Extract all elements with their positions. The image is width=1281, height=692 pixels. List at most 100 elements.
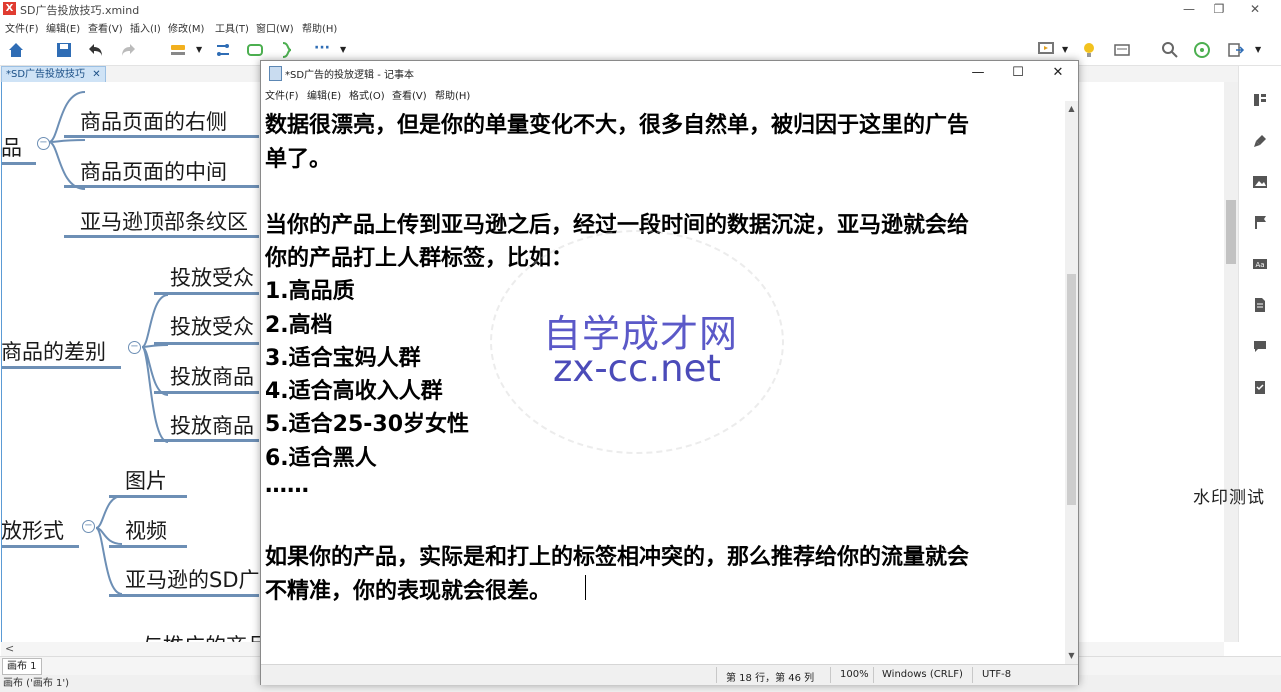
text-line: 如果你的产品，实际是和打上的标签相冲突的，那么推荐给你的流量就会 <box>265 545 970 570</box>
menu-format[interactable]: 格式(O) <box>349 87 385 102</box>
notepad-title-bar[interactable]: *SD广告的投放逻辑 - 记事本 — ☐ ✕ <box>261 61 1078 85</box>
topic-node[interactable]: 亚马逊的SD广 <box>125 564 260 594</box>
topic-node[interactable]: 投放商品 <box>170 361 254 391</box>
text-line: 4.适合高收入人群 <box>265 379 443 404</box>
menu-file[interactable]: 文件(F) <box>265 87 299 102</box>
cursor-position: 第 18 行，第 46 列 <box>726 673 815 684</box>
xmind-menu-bar: 文件(F) 编辑(E) 查看(V) 插入(I) 修改(M) 工具(T) 窗口(W… <box>0 18 1281 35</box>
restore-icon[interactable]: ❐ <box>1204 1 1234 17</box>
image-icon[interactable] <box>1252 174 1268 190</box>
scroll-down-icon[interactable]: ▼ <box>1067 651 1076 660</box>
summary-icon[interactable] <box>277 40 297 60</box>
topic-underline <box>2 366 121 369</box>
topic-underline <box>109 594 259 597</box>
topic-node[interactable]: 品 <box>2 132 22 162</box>
topic-underline <box>109 495 187 498</box>
notepad-app-icon <box>269 66 282 81</box>
sheet-tab-canvas-1[interactable]: 画布 1 <box>2 658 42 675</box>
comment-icon[interactable] <box>1252 338 1268 354</box>
topic-underline <box>64 135 259 138</box>
tab-label: *SD广告投放技巧 <box>6 69 86 80</box>
menu-help[interactable]: 帮助(H) <box>435 87 470 102</box>
share-icon[interactable] <box>1192 40 1212 60</box>
topic-node[interactable]: 与推广的商品 <box>142 630 268 642</box>
task-icon[interactable] <box>1252 379 1268 395</box>
tab-close-icon[interactable]: ✕ <box>92 69 100 80</box>
dropdown-arrow-icon[interactable]: ▼ <box>1062 45 1068 54</box>
right-side-panel: Aa <box>1238 66 1281 642</box>
topic-node[interactable]: 投放商品 <box>170 410 254 440</box>
dropdown-arrow-icon[interactable]: ▼ <box>196 45 202 54</box>
topic-node[interactable]: 图片 <box>125 465 167 495</box>
boundary-icon[interactable] <box>245 40 265 60</box>
watermark-ring <box>490 230 784 454</box>
canvas-vertical-scrollbar[interactable] <box>1224 82 1238 642</box>
more-icon[interactable]: ··· <box>314 40 330 56</box>
home-icon[interactable] <box>6 40 26 60</box>
paint-brush-icon[interactable] <box>1252 133 1268 149</box>
format-panel-icon[interactable] <box>1252 92 1268 108</box>
topic-node[interactable]: 商品的差别 <box>2 336 106 366</box>
menu-view[interactable]: 查看(V) <box>392 87 427 102</box>
text-style-icon[interactable]: Aa <box>1252 256 1268 272</box>
menu-file[interactable]: 文件(F) <box>5 20 39 35</box>
text-caret <box>585 575 586 600</box>
undo-icon[interactable] <box>86 40 106 60</box>
text-line: 3.适合宝妈人群 <box>265 346 421 371</box>
save-icon[interactable] <box>54 40 74 60</box>
topic-underline <box>154 342 259 345</box>
export-icon[interactable] <box>1226 40 1246 60</box>
scroll-up-icon[interactable]: ▲ <box>1067 104 1076 113</box>
close-icon[interactable]: ✕ <box>1038 61 1078 85</box>
relationship-icon[interactable] <box>213 40 233 60</box>
topic-underline <box>2 162 36 165</box>
menu-edit[interactable]: 编辑(E) <box>307 87 341 102</box>
text-line: 单了。 <box>265 147 332 172</box>
notepad-vertical-scrollbar[interactable]: ▲ ▼ <box>1065 101 1078 664</box>
menu-window[interactable]: 窗口(W) <box>256 20 294 35</box>
text-line: 数据很漂亮，但是你的单量变化不大，很多自然单，被归因于这里的广告 <box>265 113 970 138</box>
search-icon[interactable] <box>1160 40 1180 60</box>
line-ending: Windows (CRLF) <box>882 669 963 680</box>
encoding: UTF-8 <box>982 669 1012 680</box>
menu-tools[interactable]: 工具(T) <box>215 20 249 35</box>
topic-node[interactable]: 投放受众 <box>170 262 254 292</box>
zoom-level: 100% <box>840 669 869 680</box>
topic-underline <box>154 391 259 394</box>
menu-edit[interactable]: 编辑(E) <box>46 20 80 35</box>
redo-icon[interactable] <box>118 40 138 60</box>
scroll-left-icon[interactable]: < <box>5 642 14 655</box>
dropdown-arrow-icon[interactable]: ▼ <box>340 45 346 54</box>
topic-node[interactable]: 亚马逊顶部条纹区 <box>80 206 248 236</box>
menu-view[interactable]: 查看(V) <box>88 20 123 35</box>
close-icon[interactable]: ✕ <box>1240 1 1270 17</box>
flag-icon[interactable] <box>1252 214 1268 230</box>
scrollbar-thumb[interactable] <box>1226 200 1236 264</box>
topic-underline <box>154 292 259 295</box>
menu-insert[interactable]: 插入(I) <box>130 20 161 35</box>
topic-node[interactable]: 视频 <box>125 515 167 545</box>
minimize-icon[interactable]: — <box>1174 1 1204 17</box>
lightbulb-icon[interactable] <box>1079 40 1099 60</box>
notes-icon[interactable] <box>1252 297 1268 313</box>
topic-node[interactable]: 商品页面的中间 <box>80 156 227 186</box>
dropdown-arrow-icon[interactable]: ▼ <box>1255 45 1261 54</box>
text-line: 不精准，你的表现就会很差。 <box>265 579 552 604</box>
scrollbar-thumb[interactable] <box>1067 274 1076 505</box>
outline-icon[interactable] <box>1112 40 1132 60</box>
svg-text:Aa: Aa <box>1255 261 1264 269</box>
status-divider <box>972 667 973 683</box>
text-line: 6.适合黑人 <box>265 446 377 471</box>
minimize-icon[interactable]: — <box>958 61 998 85</box>
notepad-status-bar: 第 18 行，第 46 列 100% Windows (CRLF) UTF-8 <box>261 664 1078 685</box>
menu-help[interactable]: 帮助(H) <box>302 20 337 35</box>
maximize-icon[interactable]: ☐ <box>998 61 1038 85</box>
topic-node[interactable]: 放形式 <box>2 515 64 545</box>
menu-modify[interactable]: 修改(M) <box>168 20 204 35</box>
tab-sd-guide[interactable]: *SD广告投放技巧 ✕ <box>1 66 106 83</box>
xmind-title-bar: X SD广告投放技巧.xmind — ❐ ✕ <box>0 0 1281 18</box>
topic-style-icon[interactable] <box>168 40 188 60</box>
topic-node[interactable]: 商品页面的右侧 <box>80 106 227 136</box>
topic-node[interactable]: 投放受众 <box>170 311 254 341</box>
presentation-icon[interactable] <box>1036 40 1056 60</box>
